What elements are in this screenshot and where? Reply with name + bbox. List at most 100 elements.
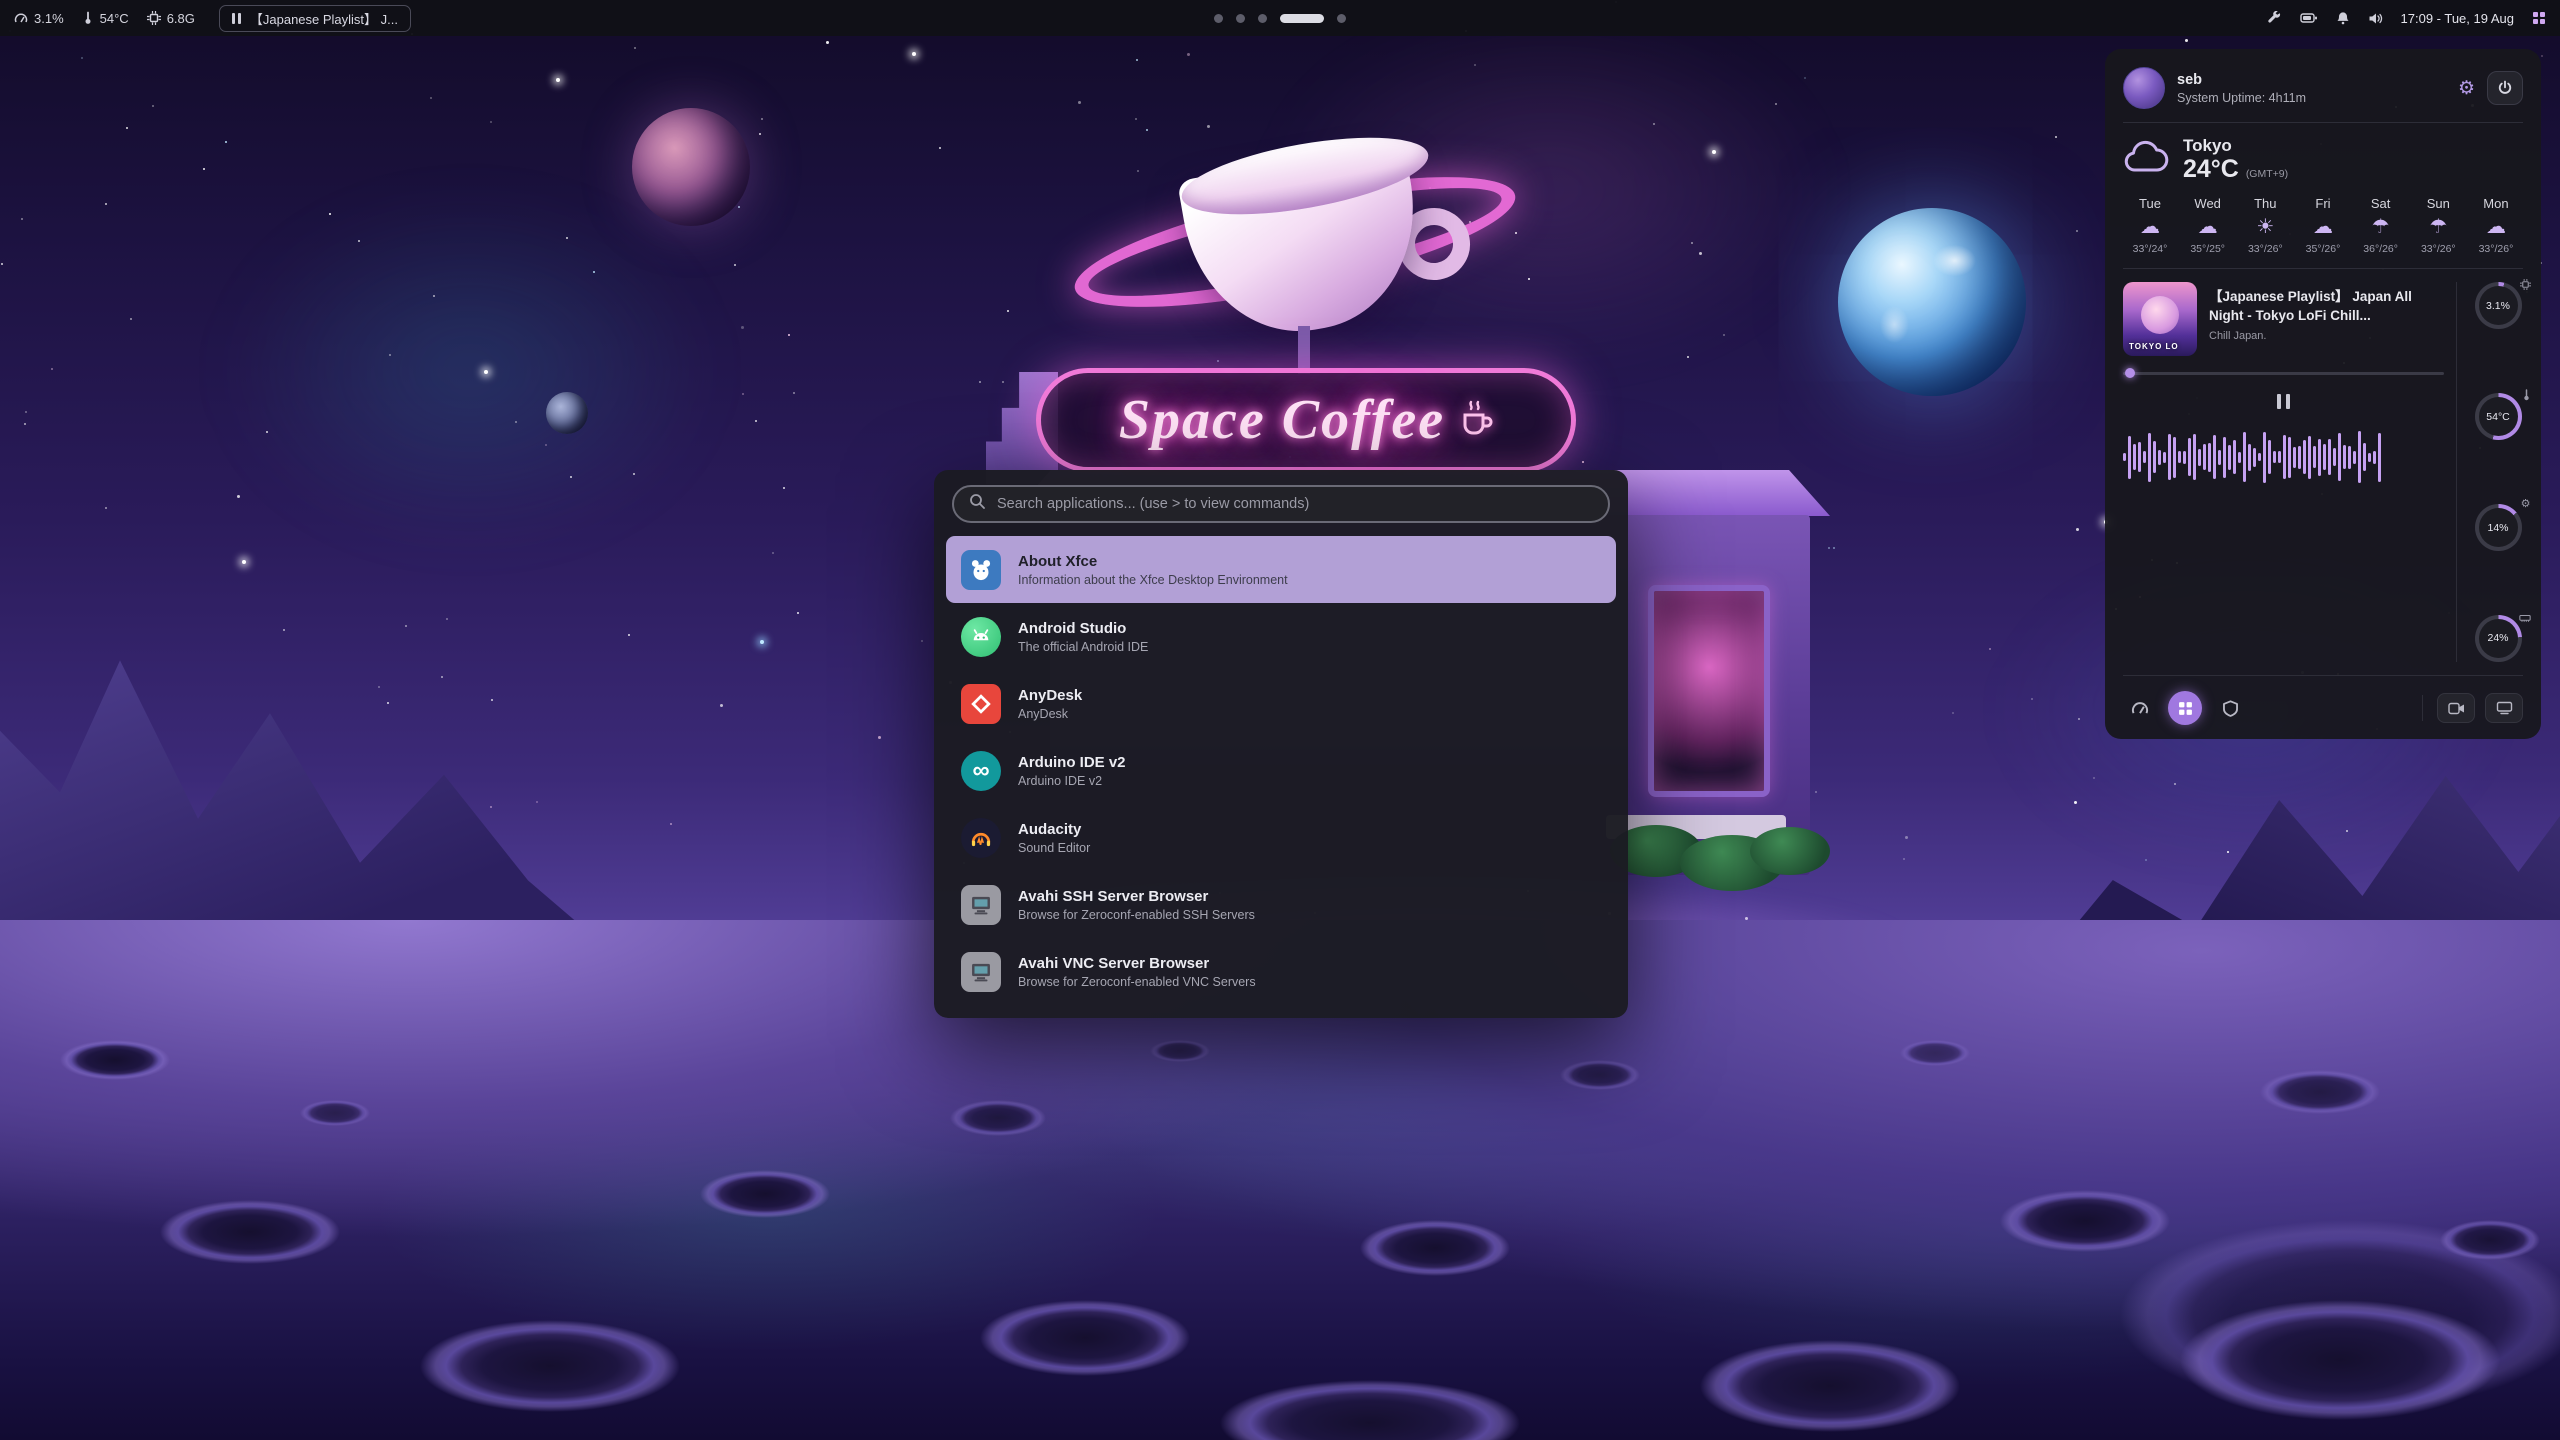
gauge-temp: 54°C: [2475, 393, 2522, 440]
app-grid-icon[interactable]: [2532, 11, 2546, 25]
thermometer-icon: [82, 11, 94, 25]
xfce-icon: [961, 550, 1001, 590]
shop-window: [1648, 585, 1770, 797]
screen-record-button[interactable]: [2437, 693, 2475, 723]
app-row-anydesk[interactable]: AnyDesk AnyDesk: [946, 670, 1616, 737]
power-button[interactable]: [2487, 71, 2523, 105]
battery-icon[interactable]: [2300, 12, 2318, 24]
waveform: [2123, 424, 2444, 490]
crater: [2180, 1300, 2500, 1420]
crater: [1220, 1380, 1520, 1440]
app-row-about-xfce[interactable]: About Xfce Information about the Xfce De…: [946, 536, 1616, 603]
volume-icon[interactable]: [2368, 12, 2383, 25]
weather-card: Tokyo 24°C (GMT+9) Tue ☁ 33°/24° Wed ☁ 3…: [2123, 136, 2523, 255]
workspace-dot[interactable]: [1258, 14, 1267, 23]
crater: [1560, 1060, 1640, 1090]
crater: [2440, 1220, 2540, 1260]
search-bar: [952, 485, 1610, 523]
weather-icon: ☁: [2140, 217, 2160, 237]
topbar-music-widget[interactable]: 【Japanese Playlist】 J...: [219, 5, 411, 32]
gauge-cpu: 3.1%: [2475, 282, 2522, 329]
crater: [60, 1040, 170, 1080]
workspace-dot[interactable]: [1337, 14, 1346, 23]
username: seb: [2177, 72, 2306, 88]
fan-icon: ⚙: [2521, 499, 2531, 510]
star: [760, 640, 764, 644]
crater: [1360, 1220, 1510, 1276]
settings-gear-icon[interactable]: ⚙: [2458, 79, 2475, 98]
crater: [2260, 1070, 2380, 1114]
android-studio-icon: [961, 617, 1001, 657]
forecast-day: Wed ☁ 35°/25°: [2181, 196, 2235, 255]
weather-icon: ☀: [2256, 217, 2274, 237]
forecast-day: Thu ☀ 33°/26°: [2238, 196, 2292, 255]
avatar[interactable]: [2123, 67, 2165, 109]
ram-icon: [2519, 610, 2531, 628]
crater: [980, 1300, 1190, 1376]
gauge-fan: ⚙ 14%: [2475, 504, 2522, 551]
search-input[interactable]: [997, 496, 1593, 512]
cpu-stat: 3.1%: [14, 11, 64, 26]
app-row-avahi-ssh[interactable]: Avahi SSH Server Browser Browse for Zero…: [946, 871, 1616, 938]
weather-icon: ☂: [2372, 217, 2390, 237]
thermometer-icon: [2522, 388, 2531, 406]
chip-icon: [2520, 277, 2531, 295]
pause-icon: [232, 13, 241, 24]
crater: [1150, 1040, 1210, 1062]
display-button[interactable]: [2485, 693, 2523, 723]
app-row-arduino[interactable]: ∞ Arduino IDE v2 Arduino IDE v2: [946, 737, 1616, 804]
app-row-audacity[interactable]: Audacity Sound Editor: [946, 804, 1616, 871]
avahi-ssh-icon: [961, 885, 1001, 925]
crater: [300, 1100, 370, 1126]
crater: [1700, 1340, 1960, 1432]
memory-stat: 6.8G: [147, 11, 195, 26]
audacity-icon: [961, 818, 1001, 858]
workspace-active[interactable]: [1280, 14, 1324, 23]
star: [242, 560, 246, 564]
dashboard-button[interactable]: [2123, 691, 2157, 725]
neon-sign: Space Coffee: [1036, 368, 1576, 472]
app-row-android-studio[interactable]: Android Studio The official Android IDE: [946, 603, 1616, 670]
forecast-row: Tue ☁ 33°/24° Wed ☁ 35°/25° Thu ☀ 33°/26…: [2123, 196, 2523, 255]
bell-icon[interactable]: [2336, 11, 2350, 25]
earth-planet: [1838, 208, 2026, 396]
workspace-dot[interactable]: [1214, 14, 1223, 23]
quick-actions: [2123, 689, 2523, 725]
weather-icon: ☁: [2198, 217, 2218, 237]
app-list: About Xfce Information about the Xfce De…: [946, 536, 1616, 1005]
crater: [420, 1320, 680, 1412]
top-panel: 3.1% 54°C 6.8G 【Japanese Playlist】 J...: [0, 0, 2560, 36]
clock[interactable]: 17:09 - Tue, 19 Aug: [2401, 11, 2514, 26]
workspace-dot[interactable]: [1236, 14, 1245, 23]
anydesk-icon: [961, 684, 1001, 724]
coffee-cup-icon: [1459, 399, 1493, 442]
purple-planet: [632, 108, 750, 226]
forecast-day: Mon ☁ 33°/26°: [2469, 196, 2523, 255]
star: [556, 78, 560, 82]
system-gauges: 3.1% 54°C ⚙ 14% 24%: [2456, 282, 2526, 662]
weather-city: Tokyo: [2183, 136, 2288, 156]
app-row-avahi-vnc[interactable]: Avahi VNC Server Browser Browse for Zero…: [946, 938, 1616, 1005]
seek-bar[interactable]: [2123, 372, 2444, 375]
shield-button[interactable]: [2213, 691, 2247, 725]
app-grid-button[interactable]: [2168, 691, 2202, 725]
temp-stat: 54°C: [82, 11, 129, 26]
user-card: seb System Uptime: 4h11m ⚙: [2123, 67, 2523, 109]
track-title: 【Japanese Playlist】 Japan All Night - To…: [2209, 288, 2444, 326]
gauge-icon: [14, 11, 28, 25]
seek-handle[interactable]: [2125, 368, 2135, 378]
search-icon: [969, 493, 986, 515]
forecast-day: Fri ☁ 35°/26°: [2296, 196, 2350, 255]
app-finder: About Xfce Information about the Xfce De…: [934, 470, 1628, 1018]
weather-temp: 24°C: [2183, 155, 2239, 183]
track-subtitle: Chill Japan.: [2209, 330, 2444, 342]
crater: [160, 1200, 340, 1264]
crater: [1900, 1040, 1970, 1066]
forecast-day: Sun ☂ 33°/26°: [2411, 196, 2465, 255]
star: [912, 52, 916, 56]
weather-timezone: (GMT+9): [2246, 168, 2288, 180]
star: [484, 370, 488, 374]
cloud-icon: [2123, 140, 2169, 179]
pause-button[interactable]: [2268, 387, 2299, 416]
wrench-icon[interactable]: [2267, 11, 2282, 26]
